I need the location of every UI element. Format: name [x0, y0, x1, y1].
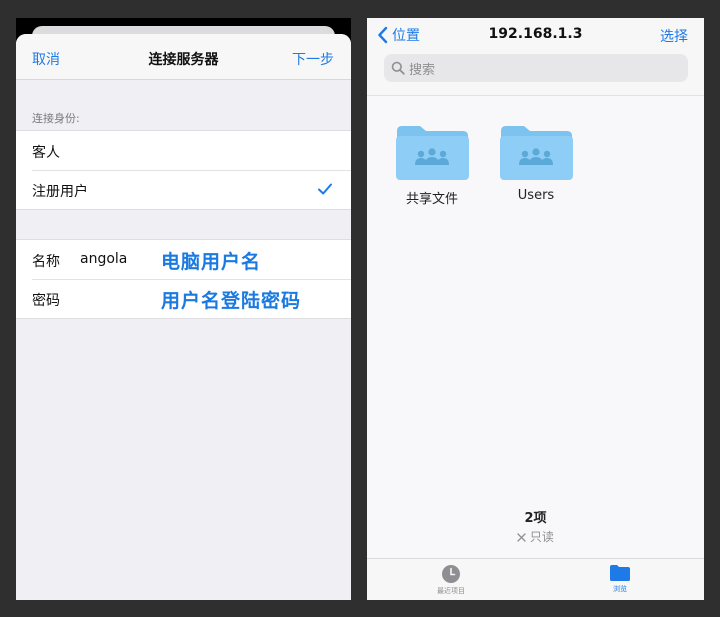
tab-label: 最近项目 [437, 587, 465, 595]
read-only-status: 只读 [367, 528, 704, 545]
name-field[interactable]: angola [80, 251, 127, 267]
identity-options: 客人 注册用户 [16, 130, 351, 210]
search-icon [391, 61, 405, 75]
folder-item-shared[interactable]: 共享文件 [387, 122, 477, 207]
password-field-row[interactable]: 密码 用户名登陆密码 [16, 279, 351, 318]
tab-browse[interactable]: 浏览 [580, 564, 660, 594]
tab-recents[interactable]: 最近项目 [411, 564, 491, 596]
shared-folder-icon [396, 126, 469, 180]
search-placeholder: 搜索 [409, 62, 436, 78]
folder-item-users[interactable]: Users [491, 122, 581, 203]
name-field-label: 名称 [32, 254, 60, 270]
next-button[interactable]: 下一步 [292, 49, 334, 69]
shared-folder-icon [500, 126, 573, 180]
identity-option-label: 客人 [32, 145, 60, 161]
items-count: 2项 [524, 511, 547, 526]
credentials-form: 名称 angola 电脑用户名 密码 用户名登陆密码 [16, 239, 351, 319]
files-browser-screen: 位置 192.168.1.3 选择 搜索 共享文件 Users 2项 只读 最近… [367, 18, 704, 600]
browser-nav-bar: 位置 192.168.1.3 选择 搜索 [367, 18, 704, 96]
checkmark-icon [318, 183, 332, 195]
name-field-row[interactable]: 名称 angola 电脑用户名 [16, 240, 351, 279]
folder-name: Users [517, 188, 555, 203]
read-only-label: 只读 [529, 530, 554, 544]
identity-option-registered[interactable]: 注册用户 [16, 170, 351, 209]
select-button[interactable]: 选择 [660, 26, 688, 46]
connect-server-sheet: 取消 连接服务器 下一步 连接身份: 客人 注册用户 名称 angola 电脑用… [16, 34, 351, 600]
clock-icon [442, 565, 460, 583]
connect-server-screen: 取消 连接服务器 下一步 连接身份: 客人 注册用户 名称 angola 电脑用… [16, 18, 351, 600]
pencil-crossed-icon [517, 533, 526, 542]
identity-section-label: 连接身份: [32, 112, 80, 125]
server-title: 192.168.1.3 [488, 26, 583, 42]
name-annotation: 电脑用户名 [161, 251, 262, 273]
folder-icon [610, 565, 630, 581]
password-annotation: 用户名登陆密码 [161, 290, 302, 312]
search-input[interactable]: 搜索 [384, 54, 688, 82]
sheet-nav-bar: 取消 连接服务器 下一步 [16, 34, 351, 80]
password-field-label: 密码 [32, 293, 60, 309]
identity-option-label: 注册用户 [32, 184, 88, 200]
tab-bar: 最近项目 浏览 [367, 558, 704, 600]
folder-name: 共享文件 [405, 192, 458, 207]
tab-label: 浏览 [613, 585, 627, 593]
identity-option-guest[interactable]: 客人 [16, 131, 351, 170]
